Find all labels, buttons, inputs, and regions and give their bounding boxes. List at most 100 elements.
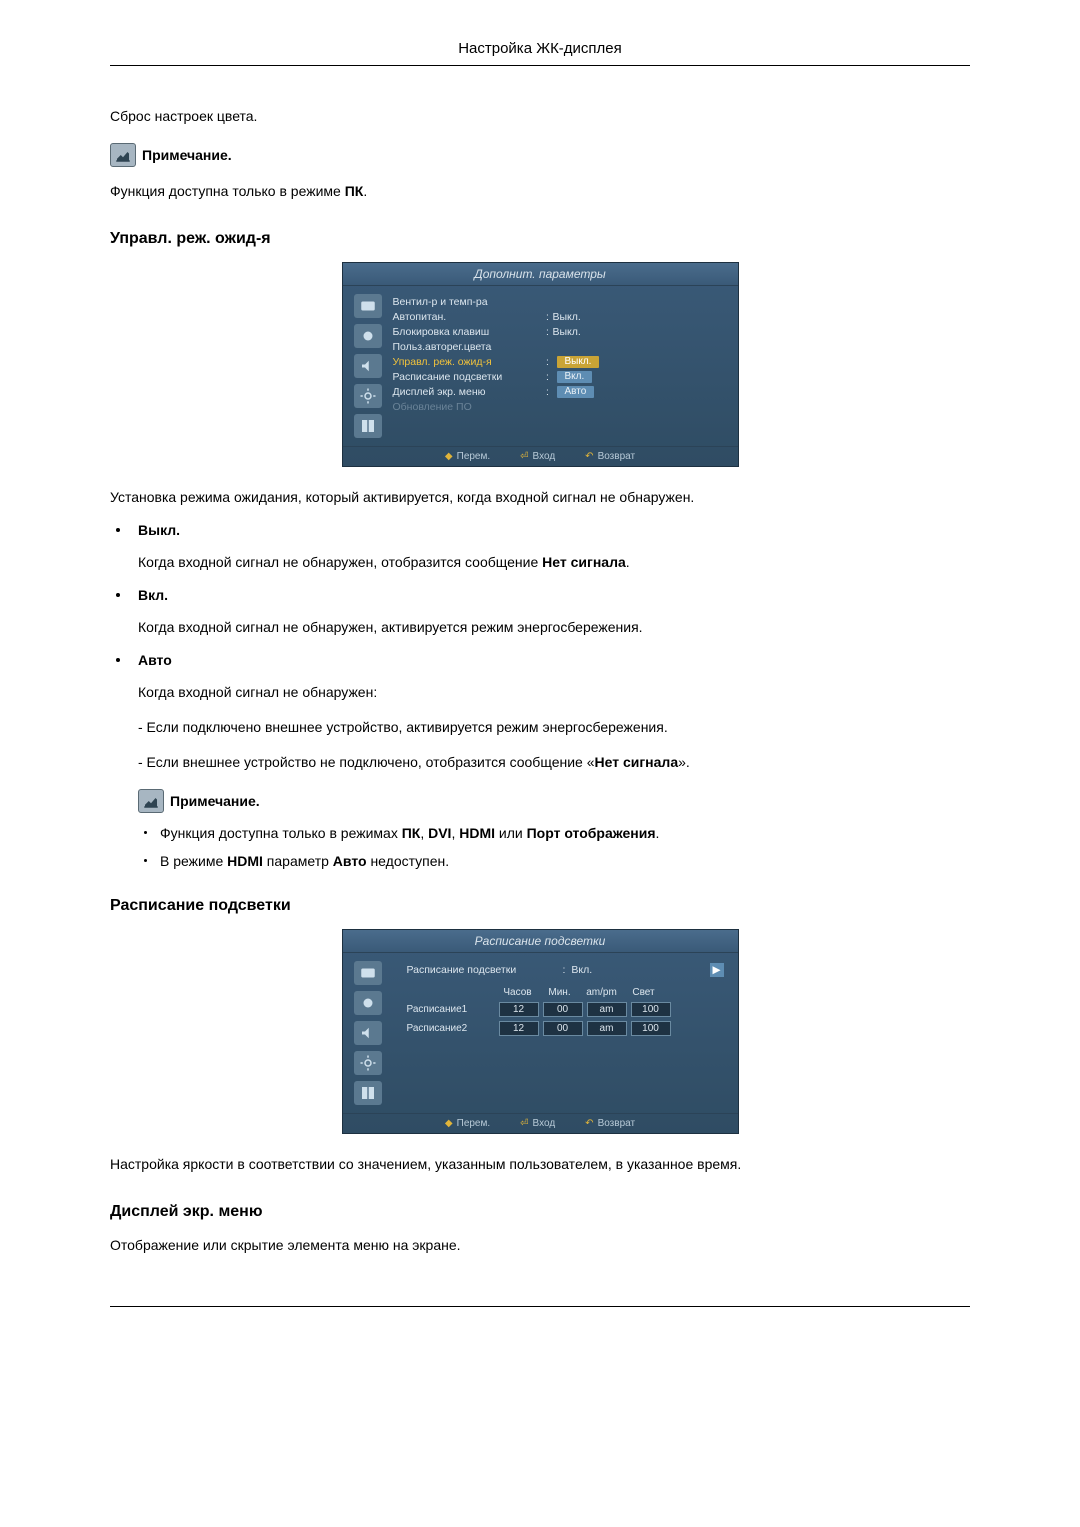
osd1-row-label: Обновление ПО (393, 401, 543, 413)
osd2-header-row: Часов Мин. am/pm Свет (407, 987, 724, 998)
osd2-schedule2[interactable]: Расписание2 12 00 am 100 (407, 1021, 724, 1036)
return-icon: ↶ (585, 451, 593, 462)
osd1-row-label: Вентил-р и темп-ра (393, 296, 543, 308)
bullet-auto-body: Когда входной сигнал не обнаружен: (138, 682, 970, 703)
bullet-auto: Авто Когда входной сигнал не обнаружен: … (110, 652, 970, 869)
footer-enter: Вход (533, 451, 556, 462)
sched-label: Расписание1 (407, 1004, 497, 1015)
footer-return: Возврат (598, 1118, 636, 1129)
osd1-row: Дисплей экр. меню:Авто (393, 384, 724, 399)
osd2-icons (343, 953, 393, 1113)
backlight-heading: Расписание подсветки (110, 897, 970, 915)
text-bold: Авто (333, 853, 367, 869)
osd1-row: Польз.авторег.цвета (393, 339, 724, 354)
move-icon: ◆ (445, 1118, 453, 1129)
sched-ampm[interactable]: am (587, 1002, 627, 1017)
bullet-dot-icon (116, 658, 120, 662)
osd1-row-label: Блокировка клавиш (393, 326, 543, 338)
text-bold: HDMI (459, 825, 495, 841)
osd-backlight-schedule: Расписание подсветки Расписание подсветк… (342, 929, 739, 1134)
input-icon (354, 294, 382, 318)
sched-min[interactable]: 00 (543, 1002, 583, 1017)
multi-icon (354, 1081, 382, 1105)
standby-heading: Управл. реж. ожид-я (110, 230, 970, 248)
footer-move: Перем. (457, 1118, 491, 1129)
osd2-footer: ◆Перем. ⏎Вход ↶Возврат (343, 1113, 738, 1133)
text-bold: Порт отображения (527, 825, 656, 841)
standby-intro: Установка режима ожидания, который актив… (110, 487, 970, 508)
text: , (420, 825, 428, 841)
bullet-off: Выкл. Когда входной сигнал не обнаружен,… (110, 522, 970, 573)
osd2-schedule1[interactable]: Расписание1 12 00 am 100 (407, 1002, 724, 1017)
text: . (626, 554, 630, 570)
setup-icon (354, 384, 382, 408)
note2-item2: В режиме HDMI параметр Авто недоступен. (138, 853, 970, 869)
sched-hours[interactable]: 12 (499, 1021, 539, 1036)
footer-move: Перем. (457, 451, 491, 462)
bullet-on: Вкл. Когда входной сигнал не обнаружен, … (110, 587, 970, 638)
bullet-on-label: Вкл. (138, 587, 970, 603)
backlight-body: Настройка яркости в соответствии со знач… (110, 1154, 970, 1175)
osd1-icons (343, 286, 393, 446)
osd2-top-label: Расписание подсветки (407, 964, 557, 976)
sched-label: Расписание2 (407, 1023, 497, 1034)
move-icon: ◆ (445, 451, 453, 462)
text: параметр (263, 853, 333, 869)
osd1-row-disabled: Обновление ПО (393, 399, 724, 414)
col-ampm: am/pm (581, 987, 623, 998)
osd-advanced-settings: Дополнит. параметры Вентил-р и темп-ра А… (342, 262, 739, 467)
color-reset-text: Сброс настроек цвета. (110, 106, 970, 127)
osd1-row: Блокировка клавиш:Выкл. (393, 324, 724, 339)
text: . (656, 825, 660, 841)
osd1-row-label: Польз.авторег.цвета (393, 341, 543, 353)
osd1-row-label: Дисплей экр. меню (393, 386, 543, 398)
note-label: Примечание. (142, 147, 232, 163)
arrow-right-icon[interactable]: ▶ (710, 963, 724, 977)
sched-min[interactable]: 00 (543, 1021, 583, 1036)
osd2-top-value: Вкл. (571, 964, 592, 976)
sched-ampm[interactable]: am (587, 1021, 627, 1036)
text-bold: DVI (428, 825, 451, 841)
osd2-top-row[interactable]: Расписание подсветки : Вкл. ▶ (407, 963, 724, 977)
colon: : (543, 386, 553, 398)
bullet-dot-icon (144, 831, 147, 834)
colon: : (543, 311, 553, 323)
note-icon (110, 143, 136, 167)
bullet-off-label: Выкл. (138, 522, 970, 538)
colon: : (543, 371, 553, 383)
osd2-content: Расписание подсветки : Вкл. ▶ Часов Мин.… (393, 953, 738, 1113)
bullet-on-body: Когда входной сигнал не обнаружен, актив… (138, 617, 970, 638)
note1-pre: Функция доступна только в режиме (110, 183, 345, 199)
sound-icon (354, 1021, 382, 1045)
bullet-dot-icon (144, 859, 147, 862)
osd1-list: Вентил-р и темп-ра Автопитан.:Выкл. Блок… (393, 286, 738, 446)
text-bold: ПК (402, 825, 421, 841)
bullet-dot-icon (116, 528, 120, 532)
bullet-auto-sub1: - Если подключено внешнее устройство, ак… (138, 717, 970, 738)
text: или (495, 825, 527, 841)
text: - Если внешнее устройство не подключено,… (138, 754, 595, 770)
note-label: Примечание. (170, 793, 260, 809)
bullet-auto-sub2: - Если внешнее устройство не подключено,… (138, 752, 970, 773)
col-min: Мин. (539, 987, 581, 998)
footer-return: Возврат (598, 451, 636, 462)
sched-hours[interactable]: 12 (499, 1002, 539, 1017)
enter-icon: ⏎ (520, 451, 528, 462)
osd1-row: Расписание подсветки:Вкл. (393, 369, 724, 384)
col-hours: Часов (497, 987, 539, 998)
footer-enter: Вход (533, 1118, 556, 1129)
bullet-dot-icon (116, 593, 120, 597)
osd1-footer: ◆ Перем. ⏎ Вход ↶ Возврат (343, 446, 738, 466)
sched-light[interactable]: 100 (631, 1002, 671, 1017)
multi-icon (354, 414, 382, 438)
note-block-2: Примечание. (138, 789, 970, 813)
osd1-row-selected[interactable]: Управл. реж. ожид-я:Выкл. (393, 354, 724, 369)
osdmenu-heading: Дисплей экр. меню (110, 1203, 970, 1221)
sched-light[interactable]: 100 (631, 1021, 671, 1036)
note-block: Примечание. (110, 143, 970, 167)
note2-item1: Функция доступна только в режимах ПК, DV… (138, 825, 970, 841)
enter-icon: ⏎ (520, 1118, 528, 1129)
osd1-title: Дополнит. параметры (343, 263, 738, 286)
osd1-row: Автопитан.:Выкл. (393, 309, 724, 324)
osd1-row-label: Автопитан. (393, 311, 543, 323)
